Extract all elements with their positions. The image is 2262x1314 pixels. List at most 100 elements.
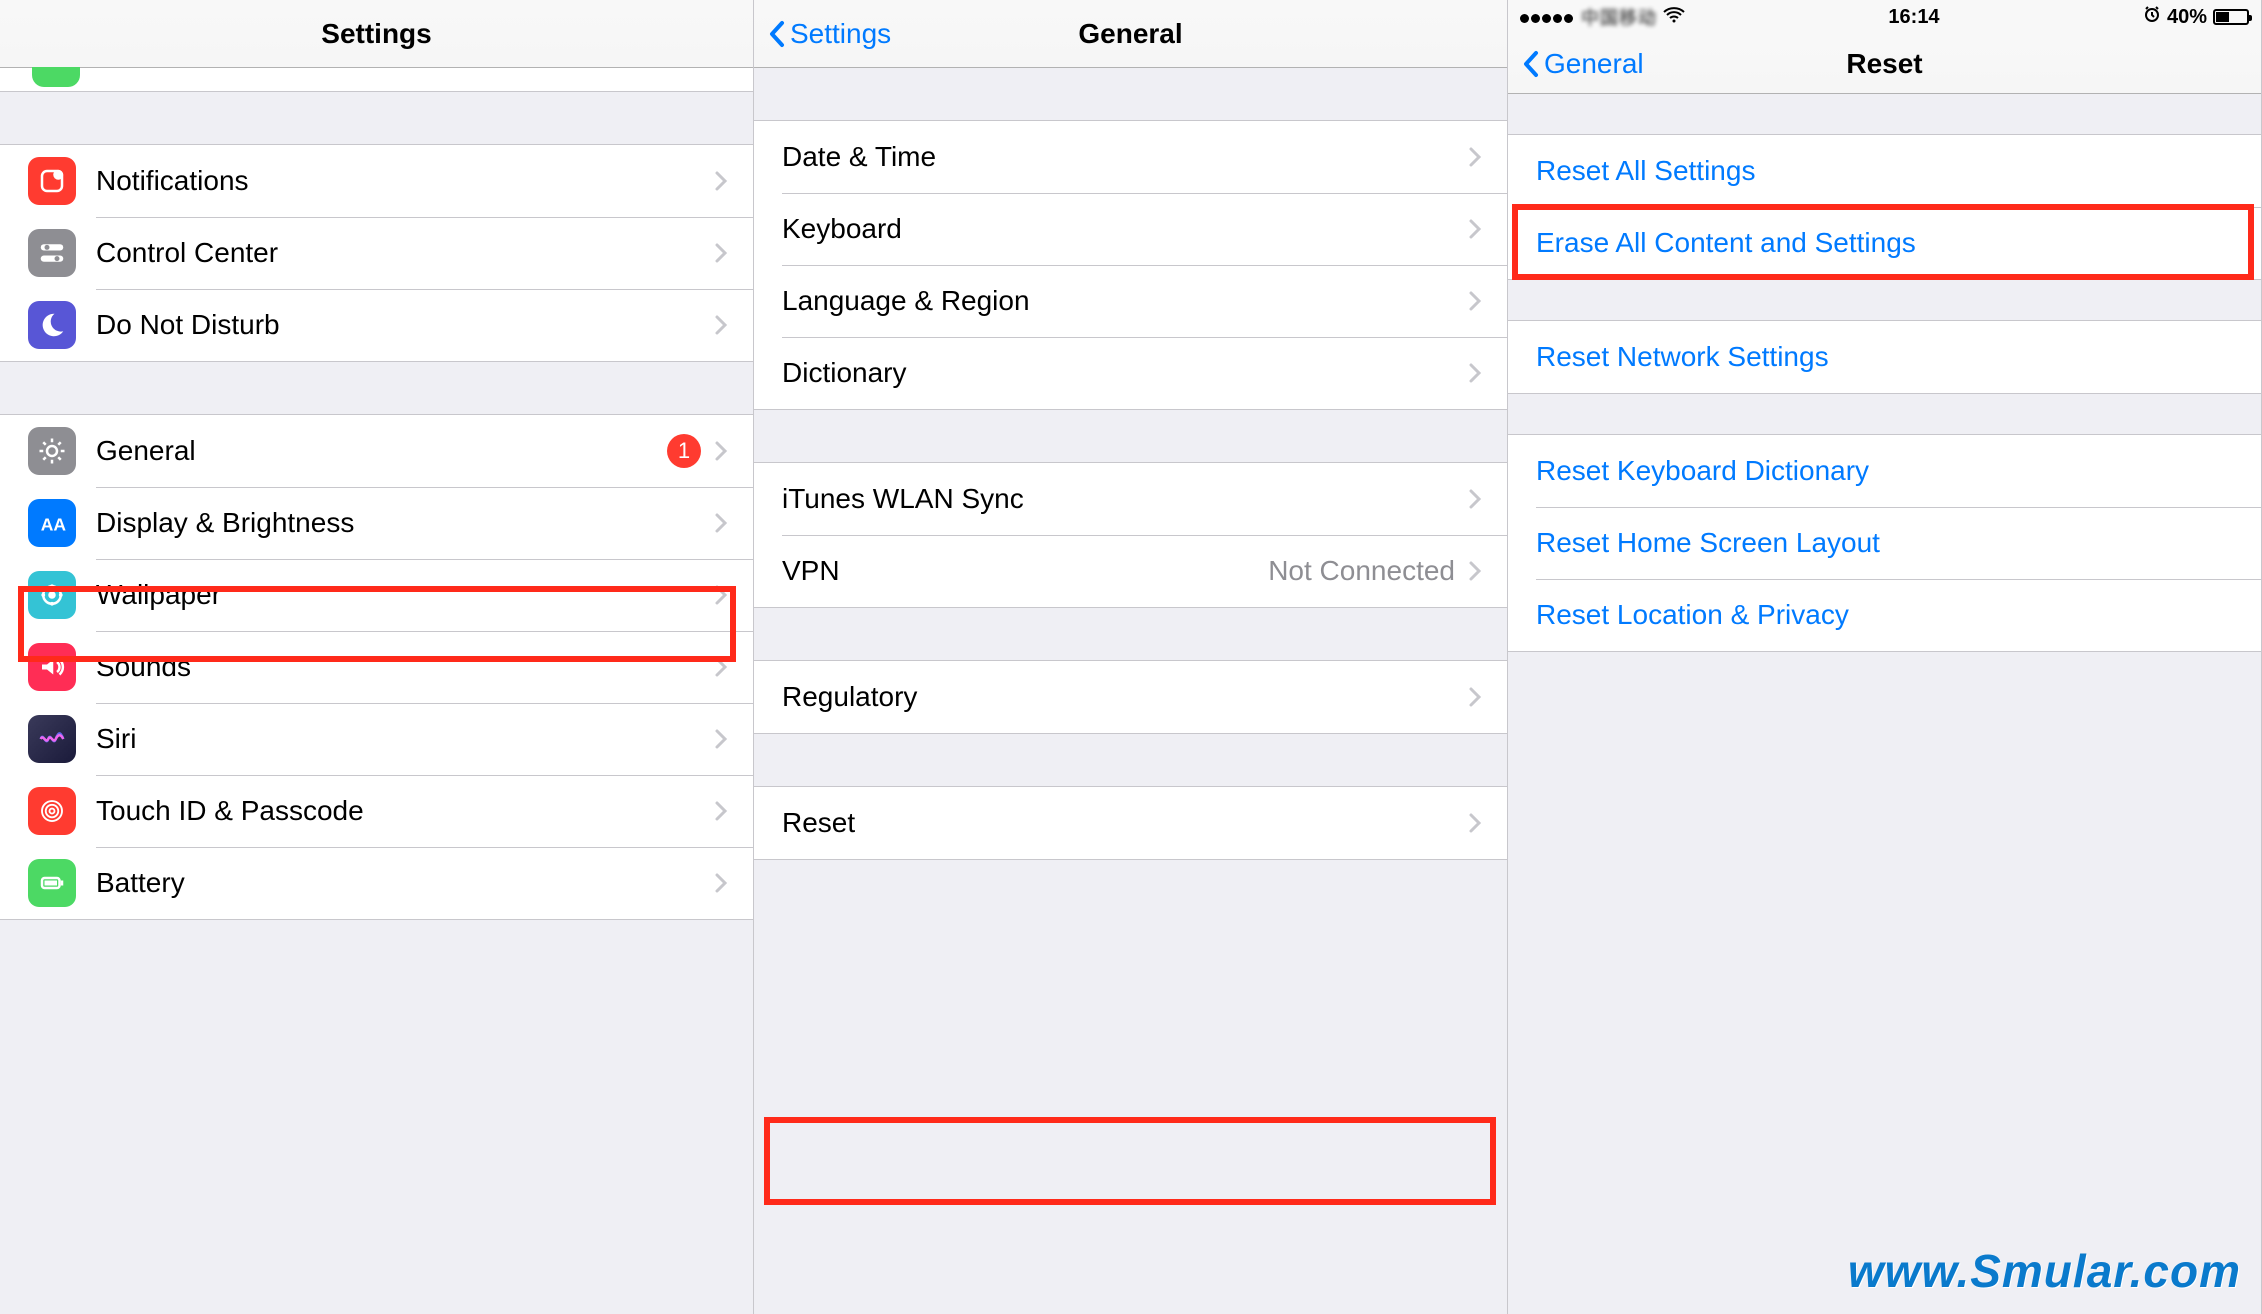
row-reset-network[interactable]: Reset Network Settings: [1508, 321, 2261, 393]
navbar-general: Settings General: [754, 0, 1507, 68]
row-touchid-passcode[interactable]: Touch ID & Passcode: [0, 775, 753, 847]
back-button[interactable]: General: [1522, 48, 1644, 80]
row-label: Siri: [96, 723, 136, 755]
row-label: Reset Location & Privacy: [1536, 599, 1849, 631]
row-peek: [0, 68, 753, 92]
battery-icon: [28, 859, 76, 907]
group-notifications: Notifications Control Center Do Not Dist…: [0, 144, 753, 362]
navbar-reset: General Reset: [1508, 34, 2261, 94]
chevron-right-icon: [1467, 217, 1483, 241]
row-value: Not Connected: [1268, 555, 1455, 587]
chevron-right-icon: [713, 871, 729, 895]
chevron-right-icon: [713, 799, 729, 823]
row-label: Language & Region: [782, 285, 1030, 317]
back-label: General: [1544, 48, 1644, 80]
page-title: Reset: [1846, 48, 1922, 80]
row-do-not-disturb[interactable]: Do Not Disturb: [0, 289, 753, 361]
row-label: Notifications: [96, 165, 249, 197]
moon-icon: [28, 301, 76, 349]
chevron-right-icon: [1467, 811, 1483, 835]
gear-icon: [28, 427, 76, 475]
chevron-right-icon: [713, 727, 729, 751]
row-language-region[interactable]: Language & Region: [754, 265, 1507, 337]
row-keyboard[interactable]: Keyboard: [754, 193, 1507, 265]
row-label: Dictionary: [782, 357, 906, 389]
group-reset-all: Reset All Settings Erase All Content and…: [1508, 134, 2261, 280]
row-label: General: [96, 435, 196, 467]
row-label: Reset: [782, 807, 855, 839]
row-reset-all-settings[interactable]: Reset All Settings: [1508, 135, 2261, 207]
display-icon: AA: [28, 499, 76, 547]
chevron-right-icon: [1467, 145, 1483, 169]
group-regulatory: Regulatory: [754, 660, 1507, 734]
row-erase-all[interactable]: Erase All Content and Settings: [1508, 207, 2261, 279]
carrier-label: 中国移动: [1581, 4, 1657, 30]
pane-reset: 中国移动 16:14 40% General Reset Reset All S…: [1508, 0, 2262, 1314]
chevron-right-icon: [713, 241, 729, 265]
battery-icon: [2213, 9, 2249, 25]
row-label: Display & Brightness: [96, 507, 354, 539]
chevron-right-icon: [1467, 289, 1483, 313]
row-label: Control Center: [96, 237, 278, 269]
group-datetime: Date & Time Keyboard Language & Region D…: [754, 120, 1507, 410]
row-reset-home[interactable]: Reset Home Screen Layout: [1508, 507, 2261, 579]
chevron-right-icon: [713, 655, 729, 679]
wallpaper-icon: [28, 571, 76, 619]
chevron-right-icon: [1467, 361, 1483, 385]
row-label: Regulatory: [782, 681, 917, 713]
back-label: Settings: [790, 18, 891, 50]
chevron-right-icon: [713, 313, 729, 337]
row-label: Reset All Settings: [1536, 155, 1755, 187]
signal-dots-icon: [1520, 6, 1575, 29]
page-title: Settings: [321, 18, 431, 50]
group-reset-network: Reset Network Settings: [1508, 320, 2261, 394]
chevron-right-icon: [1467, 685, 1483, 709]
row-display-brightness[interactable]: AA Display & Brightness: [0, 487, 753, 559]
row-reset-location[interactable]: Reset Location & Privacy: [1508, 579, 2261, 651]
notifications-icon: [28, 157, 76, 205]
row-label: VPN: [782, 555, 840, 587]
highlight-reset: [764, 1117, 1496, 1205]
chevron-right-icon: [713, 439, 729, 463]
row-label: Sounds: [96, 651, 191, 683]
row-label: iTunes WLAN Sync: [782, 483, 1024, 515]
chevron-right-icon: [1467, 559, 1483, 583]
alarm-icon: [2143, 5, 2161, 29]
row-label: Reset Home Screen Layout: [1536, 527, 1880, 559]
row-battery[interactable]: Battery: [0, 847, 753, 919]
row-label: Do Not Disturb: [96, 309, 280, 341]
group-itunes-vpn: iTunes WLAN Sync VPN Not Connected: [754, 462, 1507, 608]
row-control-center[interactable]: Control Center: [0, 217, 753, 289]
sounds-icon: [28, 643, 76, 691]
group-reset: Reset: [754, 786, 1507, 860]
row-label: Erase All Content and Settings: [1536, 227, 1916, 259]
row-dictionary[interactable]: Dictionary: [754, 337, 1507, 409]
row-label: Reset Keyboard Dictionary: [1536, 455, 1869, 487]
row-vpn[interactable]: VPN Not Connected: [754, 535, 1507, 607]
row-notifications[interactable]: Notifications: [0, 145, 753, 217]
battery-pct: 40%: [2167, 6, 2207, 29]
row-label: Reset Network Settings: [1536, 341, 1829, 373]
wifi-icon: [1663, 6, 1685, 29]
row-siri[interactable]: Siri: [0, 703, 753, 775]
group-general: General 1 AA Display & Brightness Wallpa…: [0, 414, 753, 920]
page-title: General: [1078, 18, 1182, 50]
control-center-icon: [28, 229, 76, 277]
chevron-right-icon: [713, 169, 729, 193]
chevron-right-icon: [713, 583, 729, 607]
back-button[interactable]: Settings: [768, 18, 891, 50]
row-wallpaper[interactable]: Wallpaper: [0, 559, 753, 631]
row-sounds[interactable]: Sounds: [0, 631, 753, 703]
row-label: Date & Time: [782, 141, 936, 173]
row-reset[interactable]: Reset: [754, 787, 1507, 859]
row-date-time[interactable]: Date & Time: [754, 121, 1507, 193]
row-label: Touch ID & Passcode: [96, 795, 364, 827]
row-label: Battery: [96, 867, 185, 899]
siri-icon: [28, 715, 76, 763]
row-itunes-wlan[interactable]: iTunes WLAN Sync: [754, 463, 1507, 535]
row-reset-keyboard[interactable]: Reset Keyboard Dictionary: [1508, 435, 2261, 507]
row-general[interactable]: General 1: [0, 415, 753, 487]
badge: 1: [667, 434, 701, 468]
row-regulatory[interactable]: Regulatory: [754, 661, 1507, 733]
row-label: Keyboard: [782, 213, 902, 245]
